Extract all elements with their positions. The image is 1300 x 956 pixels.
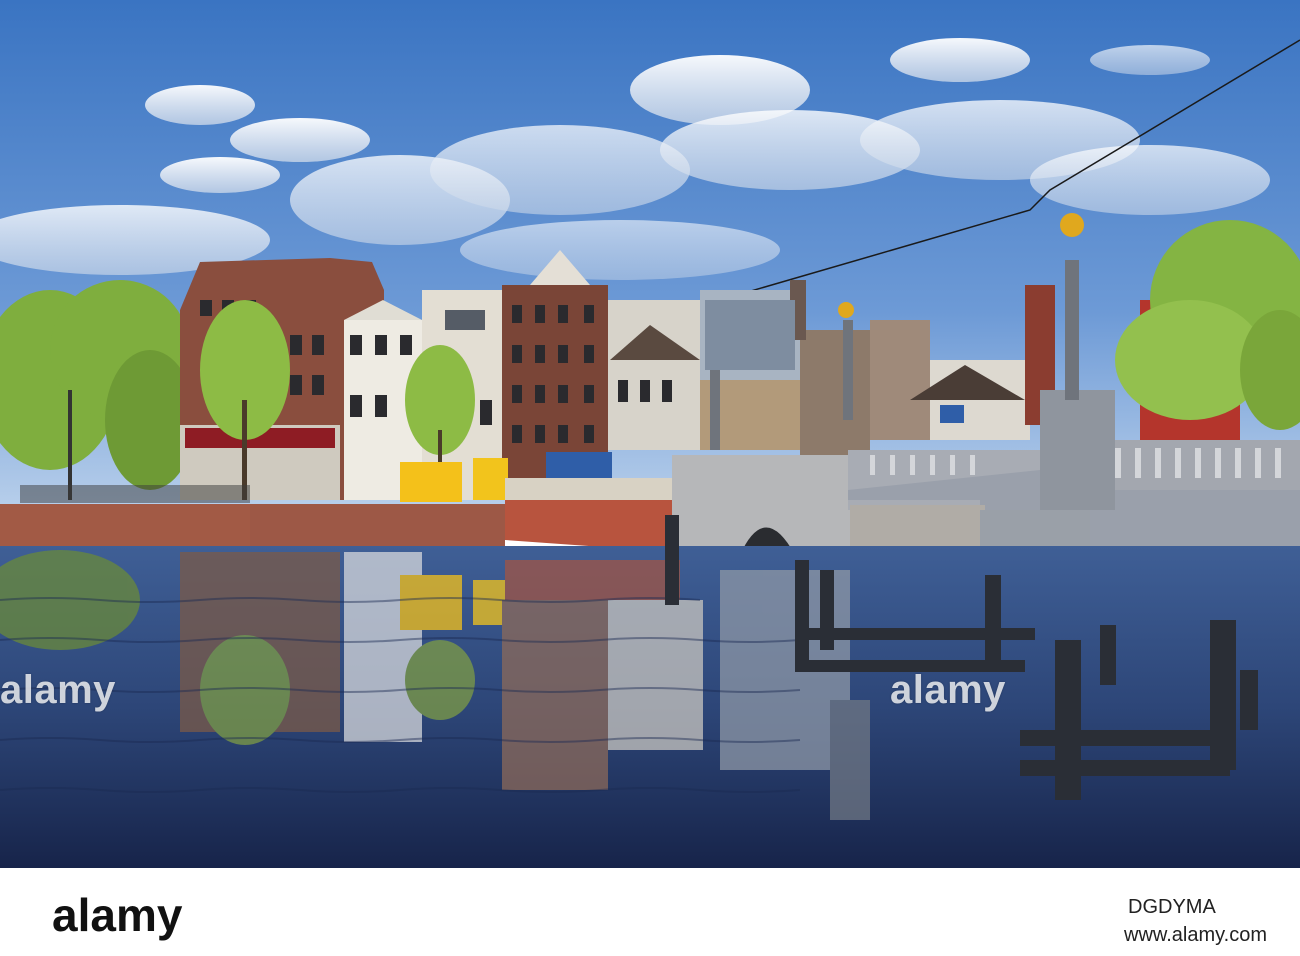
quay-mid: [250, 504, 505, 546]
alamy-logo: alamy: [52, 889, 183, 941]
yellow-container-2: [473, 458, 508, 500]
quay-left: [0, 504, 250, 546]
photo: [0, 0, 1300, 868]
footer-bar: alamy: [0, 868, 1300, 956]
canal-scene: [0, 0, 1300, 868]
watermark-right: alamy: [890, 668, 1006, 712]
yellow-container: [400, 462, 462, 502]
site-url: www.alamy.com: [1124, 924, 1267, 946]
watermark-left: alamy: [0, 668, 116, 712]
image-id: DGDYMA: [1128, 896, 1216, 918]
